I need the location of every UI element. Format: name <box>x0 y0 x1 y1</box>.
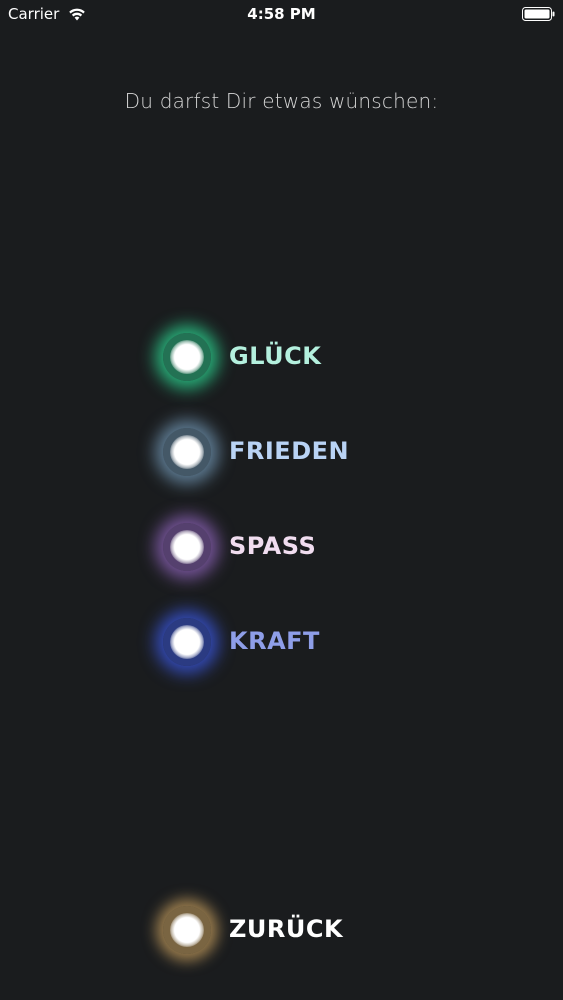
orb-core <box>170 435 204 469</box>
wish-option-frieden[interactable]: FRIEDEN <box>160 422 420 482</box>
wish-option-label: FRIEDEN <box>229 437 350 465</box>
orb-core <box>170 530 204 564</box>
wish-option-label: KRAFT <box>229 627 320 655</box>
status-time: 4:58 PM <box>247 5 316 23</box>
wish-option-label: GLÜCK <box>229 342 322 370</box>
orb-core <box>170 625 204 659</box>
battery-icon <box>522 7 555 21</box>
back-button[interactable]: ZURÜCK <box>160 900 420 960</box>
orb-core <box>170 340 204 374</box>
orb-core <box>170 913 204 947</box>
wish-option-spass[interactable]: SPASS <box>160 517 420 577</box>
back-button-label: ZURÜCK <box>229 915 344 943</box>
status-bar: Carrier 4:58 PM <box>0 0 563 30</box>
wish-option-label: SPASS <box>229 532 317 560</box>
wish-prompt: Du darfst Dir etwas wünschen: <box>124 89 439 113</box>
wish-option-glueck[interactable]: GLÜCK <box>160 327 420 387</box>
wish-option-kraft[interactable]: KRAFT <box>160 612 420 672</box>
